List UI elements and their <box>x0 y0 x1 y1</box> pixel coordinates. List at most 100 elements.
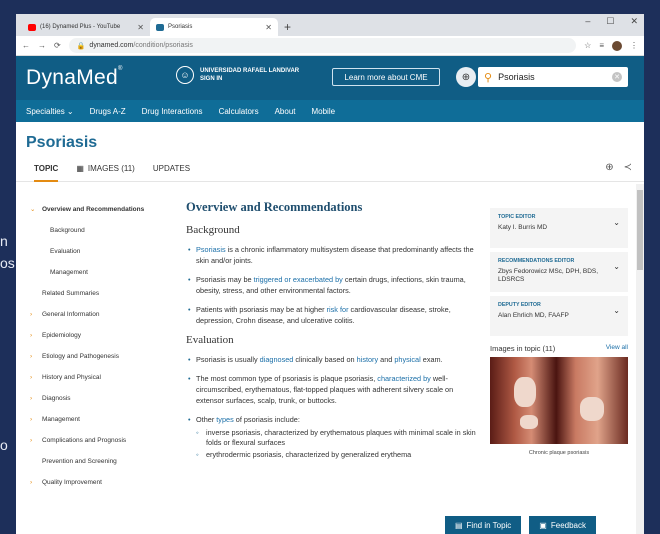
cme-button[interactable]: Learn more about CME <box>332 68 440 86</box>
maximize-icon[interactable]: ☐ <box>606 16 614 27</box>
outline-item[interactable]: › Etiology and Pathogenesis <box>30 353 174 361</box>
tab-updates[interactable]: UPDATES <box>153 160 190 181</box>
outline-label: History and Physical <box>42 374 101 381</box>
editor-label: DEPUTY EDITOR <box>498 302 541 308</box>
link[interactable]: triggered or exacerbated by <box>254 275 343 284</box>
chevron-right-icon: › <box>30 311 33 318</box>
feedback-button[interactable]: ▣ Feedback <box>529 516 596 534</box>
browser-tab-youtube[interactable]: (16) Dynamed Plus - YouTube ✕ <box>22 18 150 36</box>
outline-item[interactable]: › General Information <box>30 311 174 319</box>
outline-item[interactable]: Prevention and Screening <box>30 458 174 466</box>
link[interactable]: diagnosed <box>260 355 294 364</box>
footer-buttons: ▤ Find in Topic ▣ Feedback <box>444 516 596 534</box>
chevron-down-icon: ⌄ <box>30 206 36 213</box>
nav-drugs-a-z[interactable]: Drugs A-Z <box>90 107 126 116</box>
topic-tabs: TOPIC ▦ IMAGES (11) UPDATES ⊕ ≺ <box>16 152 644 182</box>
link[interactable]: types <box>216 415 233 424</box>
minimize-icon[interactable]: – <box>585 16 590 27</box>
outline-item[interactable]: › Epidemiology <box>30 332 174 340</box>
tab-topic[interactable]: TOPIC <box>34 160 59 182</box>
outline-label: Evaluation <box>50 248 81 255</box>
link[interactable]: risk for <box>327 305 349 314</box>
nav-specialties[interactable]: Specialties ⌄ <box>26 107 74 116</box>
bullet-text: Patients with psoriasis may be at higher <box>196 305 327 314</box>
outline-item-related[interactable]: Related Summaries <box>30 290 174 298</box>
profile-avatar[interactable] <box>612 40 622 51</box>
browser-tab-psoriasis[interactable]: Psoriasis ✕ <box>150 18 278 36</box>
bullet: Psoriasis is a chronic inflammatory mult… <box>186 244 482 266</box>
forward-icon[interactable]: → <box>38 41 46 50</box>
bullet-text: clinically based on <box>293 355 357 364</box>
add-icon[interactable]: ⊕ <box>605 162 613 173</box>
url-field[interactable]: 🔒 dynamed.com/condition/psoriasis <box>68 38 577 53</box>
dynamed-logo[interactable]: DynaMed® <box>26 66 123 90</box>
star-icon[interactable]: ☆ <box>584 41 591 50</box>
nav-calculators[interactable]: Calculators <box>219 107 259 116</box>
topic-editor-card[interactable]: TOPIC EDITOR Katy I. Burris MD ⌄ <box>490 208 628 248</box>
outline-item[interactable]: › Quality Improvement <box>30 479 174 487</box>
chevron-down-icon: ⌄ <box>613 306 620 315</box>
sub-bullet: inverse psoriasis, characterized by eryt… <box>186 428 482 448</box>
slide-background-text: n os o <box>0 230 15 456</box>
outline-item[interactable]: › Management <box>30 416 174 424</box>
clear-search-icon[interactable]: ✕ <box>612 72 622 82</box>
editor-panel: TOPIC EDITOR Katy I. Burris MD ⌄ RECOMME… <box>490 208 628 456</box>
editor-label: RECOMMENDATIONS EDITOR <box>498 258 575 264</box>
psoriasis-image[interactable] <box>490 357 628 444</box>
lock-icon: 🔒 <box>76 42 86 50</box>
link[interactable]: Psoriasis <box>196 245 226 254</box>
reload-icon[interactable]: ⟳ <box>54 41 61 50</box>
outline-label: Management <box>42 416 80 423</box>
outline-item[interactable]: › Complications and Prognosis <box>30 437 174 445</box>
scrollbar-thumb[interactable] <box>637 190 643 270</box>
new-tab-button[interactable]: + <box>278 20 297 36</box>
nav-mobile[interactable]: Mobile <box>311 107 335 116</box>
image-detail <box>514 377 536 407</box>
outline-item-management[interactable]: Management <box>30 269 174 277</box>
outline-label: Related Summaries <box>42 290 100 297</box>
dynamed-header: DynaMed® ☺ UNIVERSIDAD RAFAEL LANDIVAR S… <box>16 56 644 100</box>
chevron-right-icon: › <box>30 353 33 360</box>
search-input[interactable]: ⚲ Psoriasis ✕ <box>478 67 628 87</box>
chevron-right-icon: › <box>30 479 33 486</box>
chevron-right-icon: › <box>30 332 33 339</box>
sign-in-link[interactable]: SIGN IN <box>200 75 299 83</box>
bullet-text: is a chronic inflammatory multisystem di… <box>196 245 474 265</box>
outline-item-evaluation[interactable]: Evaluation <box>30 248 174 256</box>
outline-label: Background <box>50 227 85 234</box>
chevron-down-icon: ⌄ <box>613 262 620 271</box>
menu-kebab-icon[interactable]: ⋮ <box>630 41 638 50</box>
deputy-editor-card[interactable]: DEPUTY EDITOR Alan Ehrlich MD, FAAFP ⌄ <box>490 296 628 336</box>
logo-text: DynaMed <box>26 66 118 89</box>
back-icon[interactable]: ← <box>22 41 30 50</box>
chevron-right-icon: › <box>30 437 33 444</box>
close-icon[interactable]: ✕ <box>137 23 144 32</box>
recommendations-editor-card[interactable]: RECOMMENDATIONS EDITOR Zbys Fedorowicz M… <box>490 252 628 292</box>
scrollbar[interactable] <box>636 184 644 534</box>
share-icon[interactable]: ≺ <box>624 162 632 173</box>
outline-item[interactable]: › History and Physical <box>30 374 174 382</box>
editor-name: Zbys Fedorowicz MSc, DPH, BDS, LDSRCS <box>498 268 599 283</box>
outline-item[interactable]: › Diagnosis <box>30 395 174 403</box>
subheading-evaluation: Evaluation <box>186 334 234 346</box>
close-window-icon[interactable]: ✕ <box>630 16 638 27</box>
find-in-topic-button[interactable]: ▤ Find in Topic <box>444 516 522 534</box>
reading-list-icon[interactable]: ≡ <box>599 41 604 50</box>
browser-toolbar-icons: ☆ ≡ ⋮ <box>584 40 638 51</box>
language-globe-icon[interactable]: ⊕ <box>456 67 476 87</box>
close-icon[interactable]: ✕ <box>265 23 272 32</box>
nav-about[interactable]: About <box>275 107 296 116</box>
link[interactable]: characterized by <box>377 374 431 383</box>
address-bar: ← → ⟳ 🔒 dynamed.com/condition/psoriasis … <box>16 36 644 56</box>
view-all-link[interactable]: View all <box>606 344 628 353</box>
link[interactable]: history <box>357 355 379 364</box>
tab-images[interactable]: ▦ IMAGES (11) <box>76 160 135 181</box>
outline-item-overview[interactable]: ⌄ Overview and Recommendations <box>30 206 174 214</box>
link[interactable]: physical <box>394 355 420 364</box>
chat-icon: ▣ <box>539 520 547 530</box>
outline-label: Quality Improvement <box>42 479 102 486</box>
bullet: The most common type of psoriasis is pla… <box>186 373 482 406</box>
nav-drug-interactions[interactable]: Drug Interactions <box>142 107 203 116</box>
account-area[interactable]: ☺ UNIVERSIDAD RAFAEL LANDIVAR SIGN IN <box>176 66 299 84</box>
outline-item-background[interactable]: Background <box>30 227 174 235</box>
